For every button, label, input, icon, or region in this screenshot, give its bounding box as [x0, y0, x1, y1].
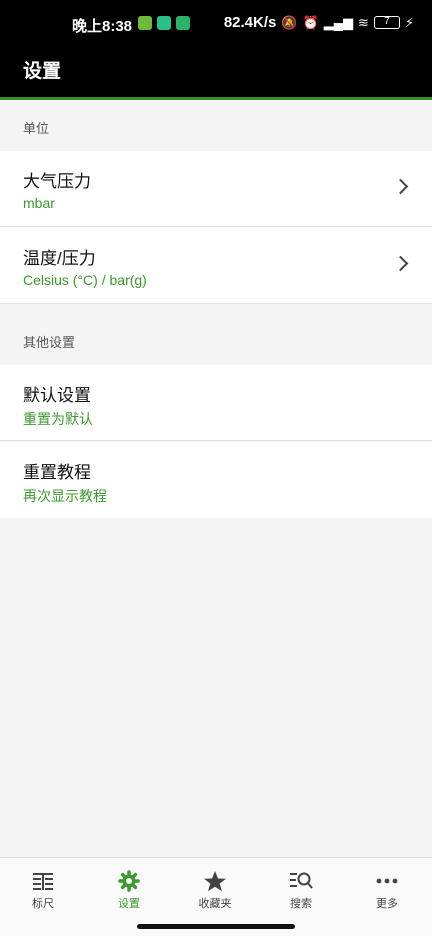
charging-icon: ⚡: [404, 15, 414, 30]
status-time: 晚上8:38: [72, 18, 133, 35]
nav-label: 更多: [376, 898, 398, 910]
nav-item-favorites[interactable]: 收藏夹: [172, 858, 258, 918]
setting-title: 温度/压力: [23, 249, 96, 268]
nav-label: 标尺: [32, 898, 54, 910]
net-speed: 82.4K/s: [223, 14, 277, 31]
setting-reset-tutorial[interactable]: 重置教程 再次显示教程: [0, 442, 432, 518]
nav-item-ruler[interactable]: 标尺: [0, 858, 86, 918]
section-header-label: 其他设置: [23, 335, 76, 350]
setting-atmospheric-pressure[interactable]: 大气压力 mbar: [0, 151, 432, 227]
chevron-right-icon: [392, 178, 409, 195]
nav-item-settings[interactable]: 设置: [86, 858, 172, 918]
setting-temperature-pressure[interactable]: 温度/压力 Celsius (°C) / bar(g): [0, 228, 432, 304]
status-bar: 晚上8:38 82.4K/s 🔕 ⏰ ▂▄▆ ≋ 7 ⚡: [0, 0, 432, 50]
setting-value: 再次显示教程: [23, 488, 107, 504]
alarm-icon: ⏰: [302, 15, 319, 30]
app-notification-icon: [157, 16, 171, 30]
signal-icon: ▂▄▆: [323, 15, 353, 30]
notification-icons: [138, 16, 190, 30]
setting-title: 大气压力: [23, 172, 91, 191]
nav-item-search[interactable]: 搜索: [258, 858, 344, 918]
setting-title: 重置教程: [23, 463, 91, 482]
search-icon: [258, 870, 344, 892]
phone-notification-icon: [176, 16, 190, 30]
setting-defaults[interactable]: 默认设置 重置为默认: [0, 365, 432, 441]
battery-icon: 7: [373, 16, 400, 29]
mute-icon: 🔕: [281, 15, 298, 30]
more-icon: [344, 870, 430, 892]
chevron-right-icon: [392, 255, 409, 272]
download-notification-icon: [138, 16, 152, 30]
gear-icon: [86, 870, 172, 892]
setting-value: mbar: [23, 195, 55, 211]
nav-label: 设置: [118, 898, 140, 910]
bottom-navigation: 标尺 设置 收藏夹 搜索 更多: [0, 857, 432, 936]
page-title: 设置: [23, 61, 62, 82]
setting-value: 重置为默认: [23, 411, 93, 427]
nav-label: 搜索: [290, 898, 312, 910]
wifi-icon: ≋: [357, 15, 369, 30]
setting-value: Celsius (°C) / bar(g): [23, 272, 147, 288]
home-indicator[interactable]: [137, 924, 295, 929]
app-bar: 设置: [0, 50, 432, 100]
status-right: 82.4K/s 🔕 ⏰ ▂▄▆ ≋ 7 ⚡: [224, 14, 414, 31]
section-header-units: 单位: [0, 101, 432, 151]
ruler-icon: [0, 870, 86, 892]
setting-title: 默认设置: [23, 386, 91, 405]
nav-label: 收藏夹: [198, 898, 232, 910]
section-header-label: 单位: [23, 121, 50, 136]
star-icon: [172, 870, 258, 892]
section-header-other: 其他设置: [0, 315, 432, 365]
nav-item-more[interactable]: 更多: [344, 858, 430, 918]
